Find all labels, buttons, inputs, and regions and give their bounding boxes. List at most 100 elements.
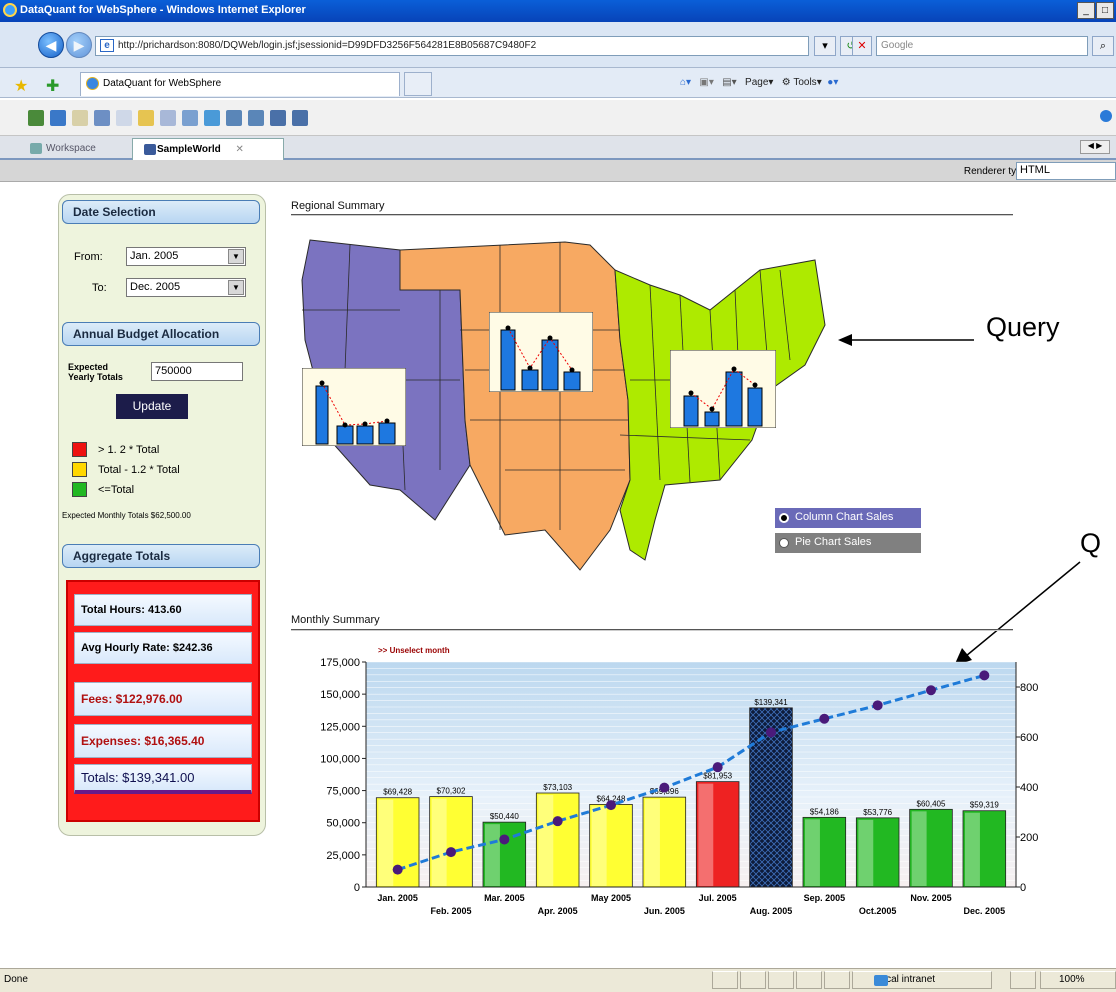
aggregate-header: Aggregate Totals xyxy=(62,544,260,568)
status-text: Done xyxy=(4,974,28,985)
address-bar[interactable]: http://prichardson:8080/DQWeb/login.jsf;… xyxy=(95,36,809,56)
search-input[interactable]: Google xyxy=(876,36,1088,56)
update-button[interactable]: Update xyxy=(116,394,188,419)
stop-icon[interactable]: ✕ xyxy=(852,36,872,56)
toolbar-workspace-icon[interactable] xyxy=(50,110,66,126)
browser-tab[interactable]: DataQuant for WebSphere xyxy=(80,72,400,96)
add-favorites-icon[interactable]: ✚ xyxy=(46,76,59,96)
toolbar-home-icon[interactable] xyxy=(28,110,44,126)
cumulative-point[interactable] xyxy=(446,847,456,858)
radio-unselected-icon[interactable] xyxy=(779,538,789,548)
favorites-star-icon[interactable]: ★ xyxy=(14,76,28,96)
fees-total: Fees: $122,976.00 xyxy=(74,682,252,716)
legend-green-label: <=Total xyxy=(98,484,135,496)
total-hours: Total Hours: 413.60 xyxy=(74,594,252,626)
toolbar-preview-icon[interactable] xyxy=(182,110,198,126)
column-chart-radio[interactable]: Column Chart Sales xyxy=(775,508,921,528)
central-mini-chart[interactable] xyxy=(489,312,593,392)
feeds-icon[interactable]: ▣▾ xyxy=(699,77,713,88)
status-pane xyxy=(740,971,766,989)
print-icon[interactable]: ▤▾ xyxy=(722,77,736,88)
toolbar-nav-icon[interactable] xyxy=(94,110,110,126)
x-tick-label: Mar. 2005 xyxy=(484,893,525,903)
cumulative-point[interactable] xyxy=(552,816,563,827)
aggregate-totals-box: Total Hours: 413.60 Avg Hourly Rate: $24… xyxy=(66,580,260,822)
new-tab-button[interactable] xyxy=(404,72,432,96)
tab-ie-icon xyxy=(86,77,99,90)
tools-menu[interactable]: ⚙ Tools▾ xyxy=(782,77,822,88)
page-menu[interactable]: Page▾ xyxy=(745,77,773,88)
cumulative-point[interactable] xyxy=(392,864,403,875)
minimize-icon[interactable]: _ xyxy=(1077,2,1095,19)
bar-highlight xyxy=(485,824,500,886)
chevron-down-icon[interactable]: ▼ xyxy=(228,249,244,264)
y-tick-label-right: 800,000 xyxy=(1020,682,1038,694)
window-title: DataQuant for WebSphere - Windows Intern… xyxy=(20,4,306,16)
zoom-level[interactable]: 100% xyxy=(1040,971,1116,989)
cumulative-point[interactable] xyxy=(872,700,883,711)
x-tick-label: Aug. 2005 xyxy=(750,906,793,916)
help-icon[interactable]: ●▾ xyxy=(827,77,838,88)
bar-highlight xyxy=(858,819,874,886)
east-mini-chart[interactable] xyxy=(670,350,776,428)
y-tick-label-left: 50,000 xyxy=(326,818,360,830)
legend-red-swatch xyxy=(72,442,87,457)
radio-selected-icon[interactable] xyxy=(779,513,789,523)
bar-highlight xyxy=(538,795,554,886)
app-help-icon[interactable] xyxy=(1100,110,1112,122)
monthly-chart[interactable]: 0 25,000 50,000 75,000 100,000 125,000 150,000… xyxy=(282,652,1038,920)
back-button[interactable]: ◀ xyxy=(38,32,64,58)
toolbar-save-icon[interactable] xyxy=(160,110,176,126)
cumulative-point[interactable] xyxy=(979,670,990,681)
toolbar-back2-icon[interactable] xyxy=(292,110,308,126)
cumulative-point[interactable] xyxy=(819,713,830,724)
cumulative-point[interactable] xyxy=(659,782,670,793)
bar-highlight xyxy=(591,806,607,886)
y-axis-left: 0 25,000 50,000 75,000 100,000 125,000 150,000… xyxy=(320,657,366,894)
bar-highlight xyxy=(805,819,820,886)
x-tick-label: Jun. 2005 xyxy=(644,906,685,916)
home-icon[interactable]: ⌂▾ xyxy=(680,77,691,88)
chevron-down-icon[interactable]: ▼ xyxy=(228,280,244,295)
toolbar-new-icon[interactable] xyxy=(116,110,132,126)
address-dropdown-button[interactable]: ▾ xyxy=(814,36,836,56)
cumulative-point[interactable] xyxy=(712,762,723,773)
toolbar-forward-icon[interactable] xyxy=(270,110,286,126)
cumulative-point[interactable] xyxy=(926,685,936,696)
y-tick-label-left: 150,000 xyxy=(320,689,360,701)
cumulative-point[interactable] xyxy=(499,834,510,845)
search-icon[interactable]: ⌕ xyxy=(1092,36,1114,56)
toolbar-zoom-in-icon[interactable] xyxy=(226,110,242,126)
bar-highlight xyxy=(965,812,980,886)
bar-highlight xyxy=(431,798,447,886)
y-tick-label-right: 0 xyxy=(1020,882,1026,894)
data-label: $53,776 xyxy=(863,808,892,817)
toolbar-zoom-out-icon[interactable] xyxy=(248,110,264,126)
forward-button[interactable]: ▶ xyxy=(66,32,92,58)
status-pane xyxy=(768,971,794,989)
x-tick-label: Oct.2005 xyxy=(859,906,897,916)
expected-yearly-input[interactable]: 750000 xyxy=(151,362,243,381)
maximize-icon[interactable]: □ xyxy=(1096,2,1114,19)
cumulative-point[interactable] xyxy=(766,727,776,738)
toolbar-back-icon[interactable] xyxy=(72,110,88,126)
bar-highlight xyxy=(378,799,394,886)
west-mini-chart[interactable] xyxy=(302,368,406,446)
data-label: $70,302 xyxy=(437,787,466,796)
monthly-summary-title: Monthly Summary xyxy=(291,614,380,626)
cumulative-point[interactable] xyxy=(606,800,616,811)
x-axis-labels: Jan. 2005 Feb. 2005 Mar. 2005 Apr. 2005 May … xyxy=(377,893,1005,916)
x-tick-label: Sep. 2005 xyxy=(804,893,846,903)
pie-chart-radio[interactable]: Pie Chart Sales xyxy=(775,533,921,553)
toolbar-open-folder-icon[interactable] xyxy=(138,110,154,126)
toolbar-refresh-icon[interactable] xyxy=(204,110,220,126)
y-tick-label-right: 200,000 xyxy=(1020,832,1038,844)
regional-title-rule xyxy=(291,214,1013,216)
close-icon[interactable]: ✕ xyxy=(236,144,244,155)
x-tick-label: Nov. 2005 xyxy=(910,893,951,903)
status-pane xyxy=(712,971,738,989)
tab-scroll-arrows[interactable]: ◀ ▶ xyxy=(1080,140,1110,154)
renderer-type-select[interactable]: HTML xyxy=(1016,162,1116,180)
y-axis-right: 0 200,000 400,000 600,000 800,000 xyxy=(1016,682,1038,894)
renderer-bar xyxy=(0,160,1116,182)
